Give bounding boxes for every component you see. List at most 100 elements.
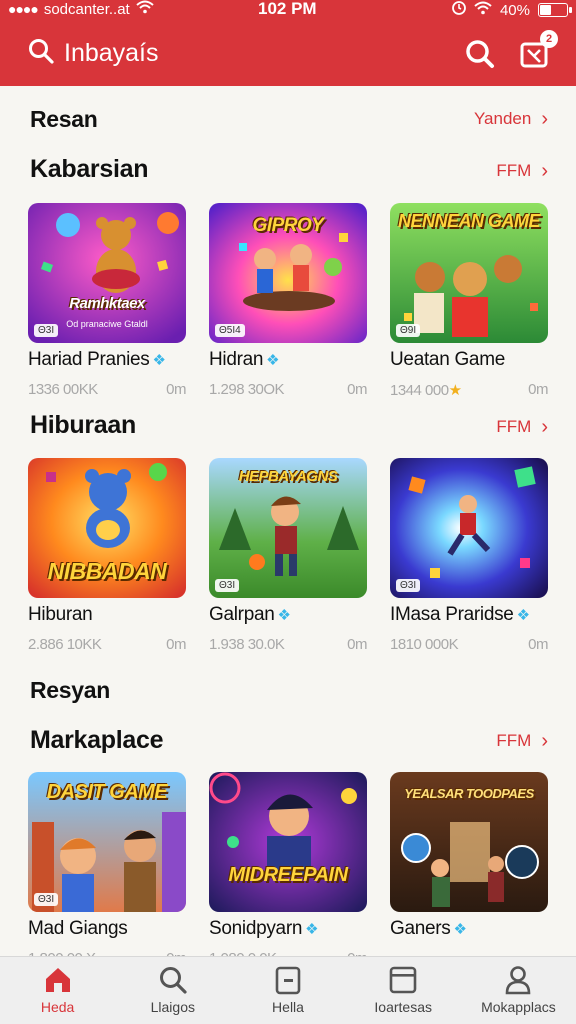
download-count: 1.938 30.0K: [209, 636, 285, 653]
game-thumbnail: DASIT GAME Θ3Ι: [28, 772, 186, 912]
game-card[interactable]: DASIT GAME Θ3Ι Mad Giangs 1 800 00 X0m: [28, 772, 186, 967]
thumbnail-tag: Θ3Ι: [215, 579, 240, 592]
game-size: 0m: [166, 636, 186, 653]
game-title-text: Ganers: [390, 918, 451, 939]
game-thumbnail: GIPROY Θ5Ι4: [209, 203, 367, 343]
cart-button[interactable]: 2: [516, 30, 558, 72]
game-title: Ganers ❖: [390, 918, 548, 940]
gem-icon: ❖: [277, 607, 291, 624]
nav-label: Hella: [272, 999, 304, 1015]
gem-icon: ❖: [266, 352, 280, 369]
game-title-text: Hidran: [209, 349, 264, 370]
header-search-button[interactable]: [462, 36, 498, 72]
game-title-text: Galrpan: [209, 604, 275, 625]
game-title: Hidran ❖: [209, 349, 367, 371]
game-card[interactable]: GIPROY Θ5Ι4 Hidran ❖ 1.298 30OK 0m: [209, 203, 367, 398]
section-link-label: Yanden: [473, 109, 532, 128]
game-thumbnail: NIBBADAN: [28, 458, 186, 598]
section-title: Kabarsian: [30, 155, 149, 183]
thumbnail-tag: Θ3Ι: [34, 893, 59, 906]
chevron-right-icon: ›: [541, 160, 548, 182]
game-meta: 1344 000★ 0m: [390, 381, 548, 399]
status-time: 102 PM: [258, 0, 317, 18]
game-card[interactable]: HEPBAYAGNS Θ3Ι Galrpan ❖ 1.938 30.0K 0m: [209, 458, 367, 653]
nav-item-ioartesas[interactable]: Ioartesas: [346, 957, 461, 1024]
nav-item-hella[interactable]: Hella: [230, 957, 345, 1024]
game-card[interactable]: YEALSAR TOODPAES Ganers ❖: [390, 772, 548, 940]
game-card[interactable]: NIBBADAN Hiburan 2.886 10KK 0m: [28, 458, 186, 653]
game-card[interactable]: MIDREEPAIN Sonidpyarn❖ 1 080 0 0K0m: [209, 772, 367, 967]
game-title: IMasa Praridse ❖: [390, 604, 548, 626]
search-icon: [28, 38, 54, 69]
tablet-icon: [275, 966, 301, 995]
game-card[interactable]: Θ3Ι IMasa Praridse ❖ 1810 000K 0m: [390, 458, 548, 653]
section-title: Resyan: [30, 677, 111, 703]
game-title: Galrpan ❖: [209, 604, 367, 626]
download-count: 2.886 10KK: [28, 636, 102, 653]
thumbnail-tag: Θ5Ι4: [215, 324, 245, 337]
game-card[interactable]: NENNEAN GAME Θ9Ι Ueatan Game 1344 000★ 0m: [390, 203, 548, 399]
nav-label: Ioartesas: [374, 999, 432, 1015]
section-link-hiburaan[interactable]: FFM ›: [496, 417, 548, 437]
game-thumbnail: Θ3Ι: [390, 458, 548, 598]
section-link-markaplace[interactable]: FFM ›: [496, 731, 548, 751]
section-title: Markaplace: [30, 726, 164, 754]
thumbnail-tag: Θ3Ι: [34, 324, 59, 337]
game-thumbnail: YEALSAR TOODPAES: [390, 772, 548, 912]
game-thumbnail: MIDREEPAIN: [209, 772, 367, 912]
game-title-text: Hariad Pranies: [28, 349, 150, 370]
thumbnail-title: NENNEAN GAME: [397, 211, 541, 231]
status-bar: ●●●● sodcanter..at 102 PM 40%: [0, 0, 576, 22]
thumbnail-title: MIDREEPAIN: [228, 864, 348, 886]
person-icon: [506, 966, 531, 995]
window-icon: [389, 966, 417, 994]
thumbnail-title: NIBBADAN: [47, 558, 167, 584]
signal-icon: ●●●●: [8, 1, 39, 17]
section-link-resan[interactable]: Yanden ›: [474, 109, 548, 129]
nav-label: Llaigos: [150, 999, 195, 1015]
download-count: 1344 000★: [390, 381, 462, 399]
carrier-label: sodcanter..at: [43, 0, 130, 18]
wifi-icon: [136, 0, 154, 18]
gem-icon: ❖: [152, 352, 166, 369]
game-title-text: Mad Giangs: [28, 918, 128, 939]
nav-label: Mokapplacs: [481, 999, 556, 1015]
battery-percent: 40%: [499, 1, 530, 19]
game-title-text: Hiburan: [28, 604, 93, 625]
chevron-right-icon: ›: [541, 730, 548, 752]
game-meta: 1336 00KK 0m: [28, 381, 186, 398]
search-placeholder: Inbayaís: [64, 39, 159, 67]
section-link-kabarsian[interactable]: FFM ›: [496, 161, 548, 181]
game-title: Mad Giangs: [28, 918, 186, 940]
game-thumbnail: Ramhktaex Od pranaciwe Gtaldl Θ3Ι: [28, 203, 186, 343]
thumbnail-title: YEALSAR TOODPAES: [404, 786, 534, 801]
download-count: 1.298 30OK: [209, 381, 285, 398]
game-size: 0m: [166, 381, 186, 398]
game-card[interactable]: Ramhktaex Od pranaciwe Gtaldl Θ3Ι Hariad…: [28, 203, 186, 398]
nav-item-mokapplacs[interactable]: Mokapplacs: [461, 957, 576, 1024]
alarm-icon: [452, 0, 466, 20]
gem-icon: ❖: [516, 607, 530, 624]
thumbnail-title: GIPROY: [252, 215, 324, 236]
game-title-text: Ueatan Game: [390, 349, 505, 370]
game-meta: 2.886 10KK 0m: [28, 636, 186, 653]
game-thumbnail: HEPBAYAGNS Θ3Ι: [209, 458, 367, 598]
cart-badge: 2: [540, 30, 558, 48]
game-size: 0m: [528, 636, 548, 653]
nav-label: Heda: [40, 999, 75, 1015]
nav-item-search[interactable]: Llaigos: [115, 957, 230, 1024]
thumbnail-tag: Θ9Ι: [396, 324, 421, 337]
search-bar[interactable]: Inbayaís: [28, 38, 159, 69]
game-title-text: IMasa Praridse: [390, 604, 514, 625]
gem-icon: ❖: [453, 921, 467, 938]
game-size: 0m: [347, 381, 367, 398]
nav-item-home[interactable]: Heda: [0, 957, 115, 1024]
battery-icon: [538, 3, 572, 17]
section-title: Resan: [30, 106, 98, 132]
section-link-label: FFM: [496, 417, 532, 436]
section-link-label: FFM: [496, 731, 532, 750]
battery-fill: [540, 5, 552, 15]
thumbnail-title: HEPBAYAGNS: [238, 468, 338, 485]
thumbnail-tag: Θ3Ι: [396, 579, 421, 592]
chevron-right-icon: ›: [541, 108, 548, 130]
